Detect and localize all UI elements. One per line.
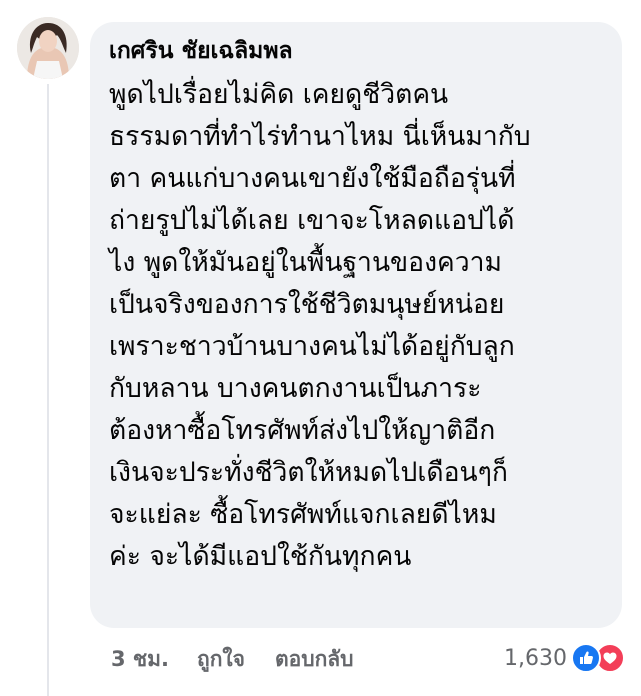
- comment-line: กับหลาน บางคนตกงานเป็นภาระ: [109, 373, 482, 404]
- like-button[interactable]: ถูกใจ: [197, 643, 245, 676]
- comment-line: พูดไปเรื่อยไม่คิด เคยดูชีวิตคน: [109, 79, 449, 110]
- avatar-image: [17, 17, 79, 79]
- comment-actions: 3 ชม. ถูกใจ ตอบกลับ: [111, 642, 354, 676]
- reply-button[interactable]: ตอบกลับ: [275, 643, 354, 676]
- like-reaction-icon: [571, 643, 601, 673]
- comment-line: ไง พูดให้มันอยู่ในพื้นฐานของความ: [109, 247, 502, 278]
- comment-line: ถ่ายรูปไม่ได้เลย เขาจะโหลดแอปได้: [109, 205, 515, 236]
- avatar[interactable]: [17, 17, 79, 79]
- reaction-count: 1,630: [504, 645, 567, 671]
- reactions-summary[interactable]: 1,630: [504, 640, 625, 676]
- comment-text: พูดไปเรื่อยไม่คิด เคยดูชีวิตคน ธรรมดาที่…: [109, 74, 604, 578]
- comment-author[interactable]: เกศริน ชัยเฉลิมพล: [109, 36, 604, 66]
- comment-line: ค่ะ จะได้มีแอปใช้กันทุกคน: [109, 541, 412, 572]
- thread-line: [47, 84, 49, 696]
- comment-line: จะแย่ละ ซื้อโทรศัพท์แจกเลยดีไหม: [109, 499, 497, 530]
- comment-line: ตา คนแก่บางคนเขายังใช้มือถือรุ่นที่: [109, 163, 516, 194]
- comment-line: เพราะชาวบ้านบางคนไม่ได้อยู่กับลูก: [109, 331, 515, 362]
- comment-line: เป็นจริงของการใช้ชีวิตมนุษย์หน่อย: [109, 289, 505, 320]
- timestamp[interactable]: 3 ชม.: [111, 643, 169, 676]
- comment-line: ต้องหาซื้อโทรศัพท์ส่งไปให้ญาติอีก: [109, 415, 496, 446]
- comment-line: เงินจะประทั่งชีวิตให้หมดไปเดือนๆก็: [109, 457, 508, 488]
- comment-line: ธรรมดาที่ทำไร่ทำนาไหม นี่เห็นมากับ: [109, 121, 531, 152]
- comment-bubble: เกศริน ชัยเฉลิมพล พูดไปเรื่อยไม่คิด เคยด…: [90, 22, 622, 628]
